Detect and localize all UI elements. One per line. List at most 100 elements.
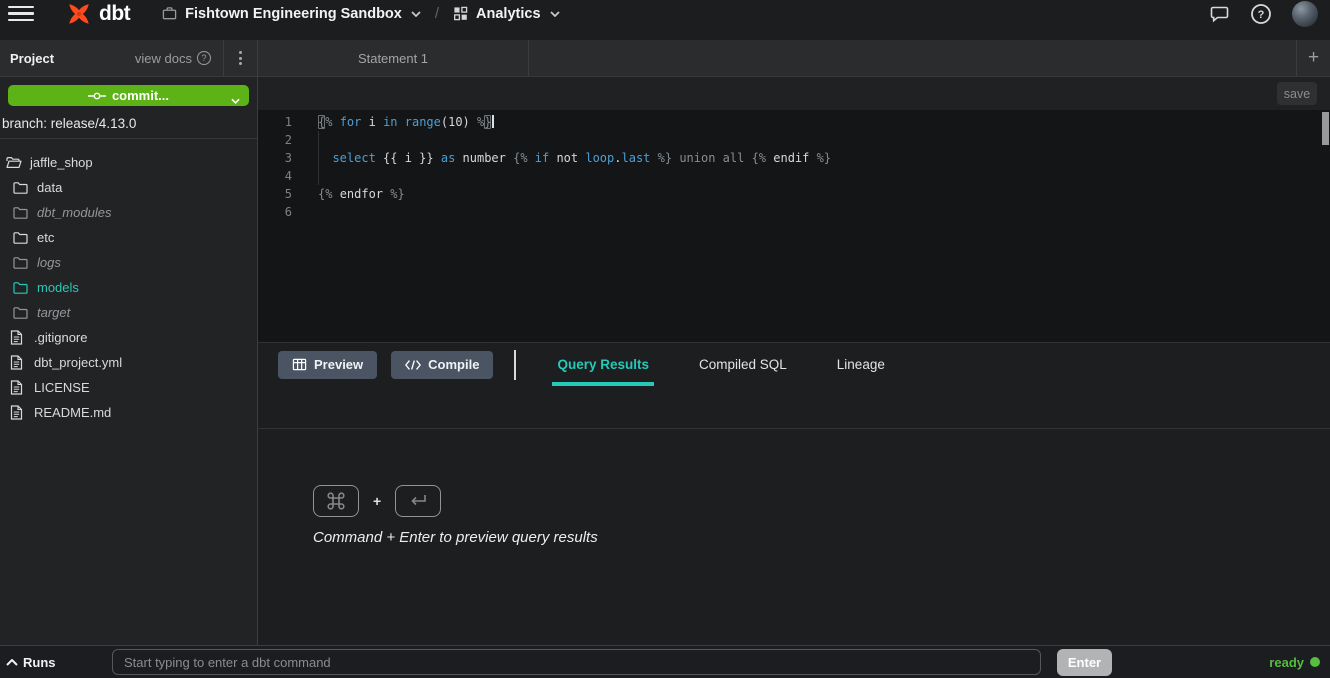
tree-item-label: target — [37, 305, 70, 320]
save-button[interactable]: save — [1277, 82, 1317, 105]
tree-item-license[interactable]: LICENSE — [0, 375, 257, 400]
question-circle-icon: ? — [197, 51, 211, 65]
line-number: 4 — [258, 167, 302, 185]
tree-item-label: models — [37, 280, 79, 295]
code-line: 4 — [258, 167, 1330, 185]
indent-guide — [318, 131, 319, 185]
code-line: 3 select {{ i }} as number {% if not loo… — [258, 149, 1330, 167]
commit-button[interactable]: commit... — [8, 85, 249, 106]
line-number: 1 — [258, 113, 302, 131]
tab-lineage[interactable]: Lineage — [832, 343, 890, 386]
enter-key-icon — [395, 485, 441, 517]
code-text: select {{ i }} as number {% if not loop.… — [302, 149, 831, 167]
code-lines: 1{% for i in range(10) %}23 select {{ i … — [258, 113, 1330, 342]
folder-icon — [13, 231, 30, 244]
tree-item-label: dbt_modules — [37, 205, 111, 220]
chevron-down-icon — [411, 11, 421, 17]
runs-label: Runs — [23, 655, 56, 670]
code-editor[interactable]: 1{% for i in range(10) %}23 select {{ i … — [258, 110, 1330, 342]
tree-item-gitignore[interactable]: .gitignore — [0, 325, 257, 350]
tab-statement-1[interactable]: Statement 1 — [258, 40, 529, 76]
compile-button-label: Compile — [428, 357, 479, 372]
tree-item-label: data — [37, 180, 62, 195]
tree-item-dbt-project-yml[interactable]: dbt_project.yml — [0, 350, 257, 375]
main-pane: Statement 1 + save 1{% for i in range(10… — [258, 40, 1330, 645]
command-bar: Runs Enter ready — [0, 645, 1330, 678]
account-name: Fishtown Engineering Sandbox — [185, 6, 402, 22]
preview-button[interactable]: Preview — [278, 351, 377, 379]
line-number: 2 — [258, 131, 302, 149]
svg-text:?: ? — [1258, 9, 1265, 21]
sidebar-title: Project — [10, 51, 54, 66]
project-switcher[interactable]: Analytics — [453, 6, 559, 22]
tab-query-results[interactable]: Query Results — [552, 343, 654, 386]
code-text — [302, 167, 318, 185]
kebab-icon[interactable] — [224, 51, 257, 65]
menu-icon[interactable] — [8, 4, 34, 24]
tree-item-readme-md[interactable]: README.md — [0, 400, 257, 425]
tree-item-etc[interactable]: etc — [0, 225, 257, 250]
file-icon — [10, 330, 27, 345]
dbt-command-input[interactable] — [112, 649, 1041, 675]
chat-icon[interactable] — [1209, 4, 1230, 24]
tree-item-logs[interactable]: logs — [0, 250, 257, 275]
dbt-logo[interactable]: dbt — [66, 1, 130, 27]
scrollbar-thumb[interactable] — [1322, 112, 1329, 145]
folder-open-icon — [6, 156, 23, 169]
folder-icon — [13, 281, 30, 294]
sidebar: Project view docs ? commit... — [0, 40, 258, 645]
line-number: 5 — [258, 185, 302, 203]
tree-item-data[interactable]: data — [0, 175, 257, 200]
tab-compiled-sql[interactable]: Compiled SQL — [694, 343, 792, 386]
file-icon — [10, 380, 27, 395]
editor-tabstrip: Statement 1 + — [258, 40, 1330, 77]
dbt-logo-word: dbt — [99, 2, 130, 26]
runs-toggle[interactable]: Runs — [0, 655, 112, 670]
account-switcher[interactable]: Fishtown Engineering Sandbox — [162, 6, 421, 22]
avatar[interactable] — [1292, 1, 1318, 27]
results-subheader — [258, 386, 1330, 429]
results-content: + Command + Enter to preview query resul… — [258, 429, 1330, 645]
dbt-ide-app: dbt Fishtown Engineering Sandbox / — [0, 0, 1330, 678]
folder-icon — [13, 181, 30, 194]
dbt-logo-icon — [66, 1, 92, 27]
code-line: 6 — [258, 203, 1330, 221]
code-line: 2 — [258, 131, 1330, 149]
commit-button-label: commit... — [112, 88, 169, 103]
preview-button-label: Preview — [314, 357, 363, 372]
line-number: 6 — [258, 203, 302, 221]
view-docs-link[interactable]: view docs ? — [135, 51, 211, 66]
tree-item-target[interactable]: target — [0, 300, 257, 325]
status-label: ready — [1269, 655, 1304, 670]
enter-button[interactable]: Enter — [1057, 649, 1112, 676]
code-text — [302, 131, 318, 149]
help-icon[interactable]: ? — [1250, 3, 1272, 25]
line-number: 3 — [258, 149, 302, 167]
table-icon — [292, 357, 307, 372]
results-tab-label: Lineage — [837, 357, 885, 372]
tree-item-label: dbt_project.yml — [34, 355, 122, 370]
tree-item-label: .gitignore — [34, 330, 87, 345]
view-docs-label: view docs — [135, 51, 192, 66]
compile-button[interactable]: Compile — [391, 351, 493, 379]
editor-scrollbar[interactable] — [1322, 112, 1329, 340]
chevron-down-icon — [550, 11, 560, 17]
branch-label: branch: release/4.13.0 — [0, 106, 257, 138]
code-line: 1{% for i in range(10) %} — [258, 113, 1330, 131]
briefcase-icon — [162, 6, 177, 21]
project-name: Analytics — [476, 6, 540, 22]
code-text — [302, 203, 318, 221]
editor-toolbar: save — [258, 77, 1330, 110]
tree-item-models[interactable]: models — [0, 275, 257, 300]
code-icon — [405, 359, 421, 371]
new-tab-button[interactable]: + — [1296, 40, 1330, 76]
active-tab-underline — [552, 382, 654, 386]
results-tab-label: Query Results — [557, 357, 649, 372]
code-text: {% for i in range(10) %} — [302, 113, 494, 131]
tree-item-jaffle-shop[interactable]: jaffle_shop — [0, 150, 257, 175]
tree-item-label: etc — [37, 230, 54, 245]
tree-item-dbt-modules[interactable]: dbt_modules — [0, 200, 257, 225]
sidebar-header: Project view docs ? — [0, 40, 257, 77]
code-line: 5{% endfor %} — [258, 185, 1330, 203]
tree-item-label: jaffle_shop — [30, 155, 93, 170]
